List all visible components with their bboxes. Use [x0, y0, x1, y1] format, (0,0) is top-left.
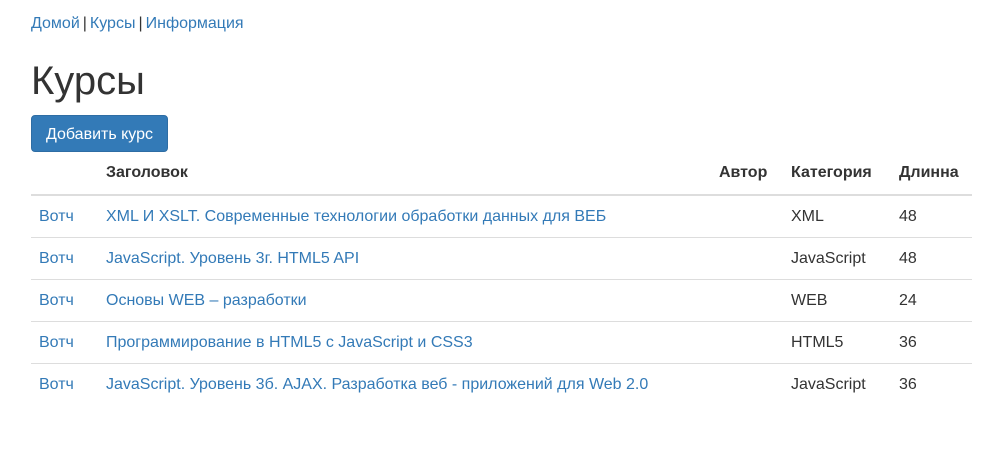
watch-link[interactable]: Вотч: [39, 376, 74, 393]
course-length: 48: [899, 207, 917, 225]
course-title-link[interactable]: XML И XSLT. Современные технологии обраб…: [106, 208, 606, 225]
watch-link[interactable]: Вотч: [39, 292, 74, 309]
course-author: [711, 279, 783, 322]
course-author: [711, 237, 783, 280]
nav-link-home[interactable]: Домой: [31, 15, 80, 32]
course-length: 36: [891, 321, 972, 364]
course-author: [711, 363, 783, 405]
nav-separator: |: [138, 15, 143, 32]
course-length: 48: [891, 237, 972, 280]
column-header-watch: [31, 152, 98, 196]
course-category: JavaScript: [783, 237, 891, 280]
course-category: XML: [791, 207, 824, 225]
watch-link[interactable]: Вотч: [39, 250, 74, 267]
course-title-link[interactable]: JavaScript. Уровень 3б. AJAX. Разработка…: [106, 376, 648, 393]
top-navigation: Домой | Курсы | Информация: [31, 14, 244, 34]
watch-link[interactable]: Вотч: [39, 334, 74, 351]
column-header-author: Автор: [711, 152, 783, 196]
column-header-length: Длинна: [891, 152, 972, 196]
add-course-button[interactable]: Добавить курс: [31, 115, 168, 152]
course-title-link[interactable]: Программирование в HTML5 с JavaScript и …: [106, 334, 473, 351]
course-author: [711, 321, 783, 364]
column-header-category: Категория: [783, 152, 891, 196]
courses-table: Заголовок Автор Категория Длинна Вотч XM…: [31, 152, 972, 405]
watch-link[interactable]: Вотч: [39, 208, 74, 225]
table-row: Вотч Основы WEB – разработки WEB 24: [31, 279, 972, 322]
page-title: Курсы: [31, 59, 145, 103]
course-author: [711, 195, 783, 238]
course-category: JavaScript: [783, 363, 891, 405]
table-header-row: Заголовок Автор Категория Длинна: [31, 152, 972, 196]
course-title-link[interactable]: Основы WEB – разработки: [106, 292, 307, 309]
course-category: HTML5: [783, 321, 891, 364]
course-category: WEB: [783, 279, 891, 322]
table-row: Вотч XML И XSLT. Современные технологии …: [31, 195, 972, 238]
course-title-link[interactable]: JavaScript. Уровень 3г. HTML5 API: [106, 250, 359, 267]
table-row: Вотч Программирование в HTML5 с JavaScri…: [31, 321, 972, 364]
course-length: 24: [891, 279, 972, 322]
nav-separator: |: [82, 15, 87, 32]
column-header-title: Заголовок: [98, 152, 711, 196]
nav-link-courses[interactable]: Курсы: [90, 15, 136, 32]
table-row: Вотч JavaScript. Уровень 3б. AJAX. Разра…: [31, 363, 972, 405]
table-row: Вотч JavaScript. Уровень 3г. HTML5 API J…: [31, 237, 972, 280]
nav-link-info[interactable]: Информация: [146, 15, 244, 32]
course-length: 36: [891, 363, 972, 405]
